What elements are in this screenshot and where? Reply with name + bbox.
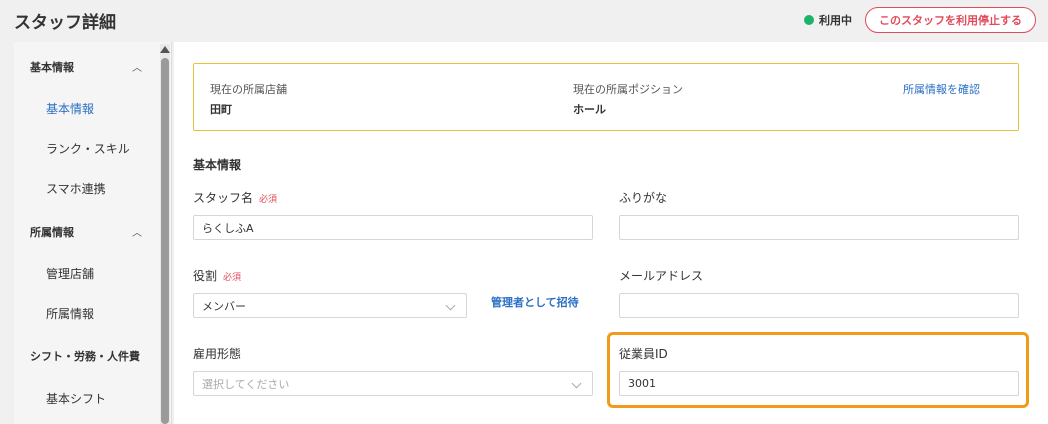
furigana-input[interactable] [619,215,1019,240]
status-indicator: 利用中 [804,12,852,28]
employment-type-placeholder: 選択してください [202,377,290,391]
suspend-staff-button[interactable]: このスタッフを利用停止する [865,7,1036,33]
section-title: 基本情報 [193,158,242,172]
staff-name-input[interactable]: らくしふA [193,215,593,240]
sidebar-item-smartphone[interactable]: スマホ連携 [46,180,106,197]
chevron-down-icon [445,300,456,311]
sidebar-item-managed-stores[interactable]: 管理店舗 [46,265,94,282]
sidebar-item-basic-info[interactable]: 基本情報 [46,100,94,117]
store-value: 田町 [210,103,232,116]
main-content: 現在の所属店舗 田町 現在の所属ポジション ホール 所属情報を確認 基本情報 ス… [174,42,1048,424]
email-label: メールアドレス [619,269,704,283]
sidebar-scrollbar[interactable] [160,44,170,424]
employment-type-select[interactable]: 選択してください [193,371,593,396]
sidebar-section-basic[interactable]: 基本情報 [30,59,74,75]
sidebar-item-basic-shift[interactable]: 基本シフト [46,390,106,407]
role-select[interactable]: メンバー [193,293,467,318]
confirm-affiliation-link[interactable]: 所属情報を確認 [903,81,980,97]
chevron-down-icon [571,378,582,389]
sidebar-item-affiliation-info[interactable]: 所属情報 [46,305,94,322]
required-badge: 必須 [259,195,278,205]
store-label: 現在の所属店舗 [210,83,287,96]
role-label-text: 役割 [193,269,218,283]
sidebar-section-shift[interactable]: シフト・労務・人件費 [30,348,140,364]
furigana-label: ふりがな [619,191,668,205]
status-label: 利用中 [819,14,852,27]
collapse-caret-icon[interactable]: ︿ [132,59,142,74]
scroll-thumb[interactable] [161,58,169,424]
email-input[interactable] [619,293,1019,318]
collapse-caret-icon[interactable]: ︿ [132,224,142,239]
sidebar-item-rank-skill[interactable]: ランク・スキル [46,140,130,157]
position-label: 現在の所属ポジション [573,83,683,96]
staff-name-label: スタッフ名 必須 [193,189,277,206]
employee-id-highlight [607,332,1029,408]
role-select-value: メンバー [202,299,246,313]
role-label: 役割 必須 [193,267,241,284]
sidebar-nav: 基本情報 ︿ 基本情報 ランク・スキル スマホ連携 所属情報 ︿ 管理店舗 所属… [14,42,172,424]
invite-as-admin-link[interactable]: 管理者として招待 [491,294,579,310]
status-dot-icon [804,15,814,25]
employment-type-label: 雇用形態 [193,347,242,361]
position-value: ホール [573,103,606,116]
required-badge: 必須 [223,273,242,283]
sidebar-section-affiliation[interactable]: 所属情報 [30,224,74,240]
affiliation-summary: 現在の所属店舗 田町 現在の所属ポジション ホール 所属情報を確認 [193,63,1019,131]
page-title: スタッフ詳細 [14,13,116,33]
staff-name-label-text: スタッフ名 [193,191,254,205]
scroll-up-arrow-icon[interactable] [160,46,170,53]
